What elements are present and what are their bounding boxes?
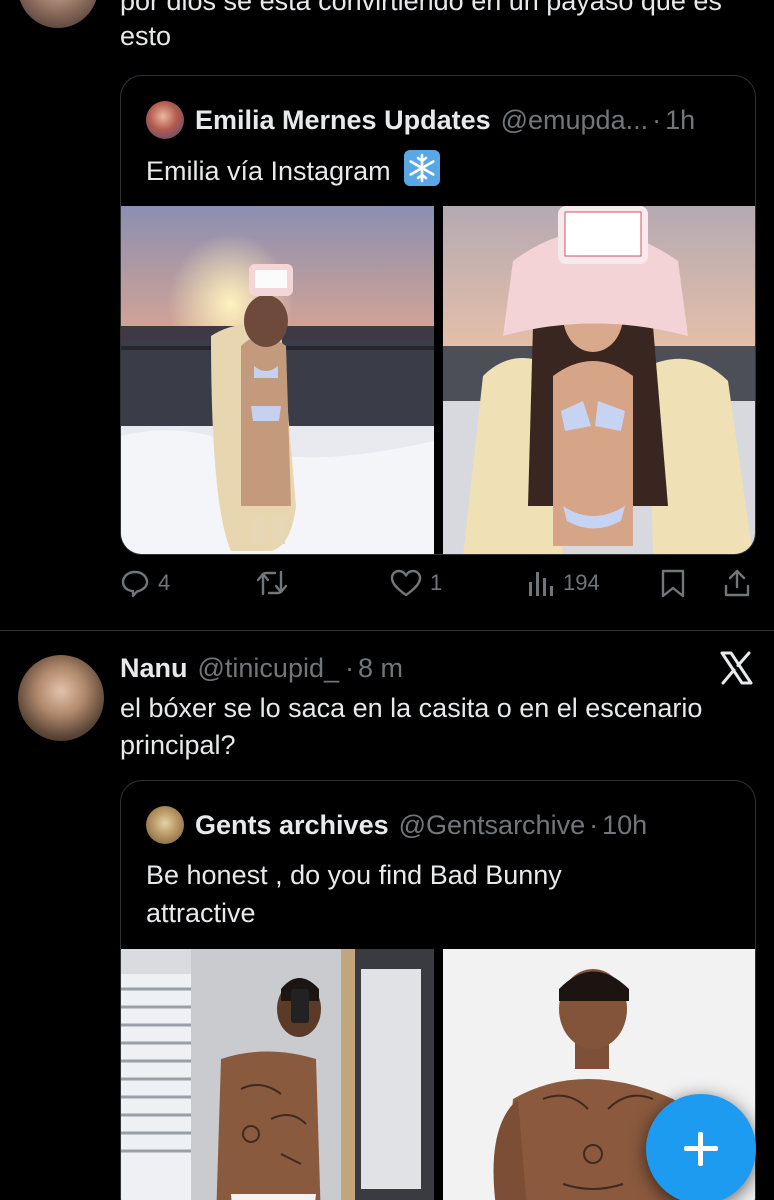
bookmark-button[interactable] bbox=[660, 568, 686, 598]
bookmark-icon bbox=[661, 569, 685, 598]
avatar[interactable] bbox=[18, 655, 104, 741]
views-icon bbox=[529, 572, 553, 596]
tweet-image[interactable] bbox=[121, 206, 434, 554]
tweet-text: el bóxer se lo saca en la casita o en el… bbox=[120, 693, 703, 760]
quote-timestamp: 10h bbox=[602, 809, 648, 840]
like-icon bbox=[390, 569, 422, 597]
views-count: 194 bbox=[563, 570, 600, 595]
quote-text: Be honest , do you find Bad Bunny attrac… bbox=[146, 860, 562, 928]
like-count: 1 bbox=[430, 570, 443, 595]
author-handle[interactable]: @tinicupid_ bbox=[198, 653, 340, 684]
avatar[interactable] bbox=[18, 0, 98, 28]
retweet-icon bbox=[256, 570, 288, 596]
reply-button[interactable]: 4 bbox=[120, 568, 170, 598]
like-button[interactable]: 1 bbox=[390, 568, 442, 598]
quote-avatar bbox=[146, 101, 184, 139]
quote-author-name: Gents archives bbox=[195, 809, 389, 840]
compose-button[interactable] bbox=[646, 1094, 756, 1200]
tweet-text: por dios se está convirtiendo en un paya… bbox=[120, 0, 722, 51]
quote-text-row: Emilia vía Instagram bbox=[146, 150, 441, 196]
quote-avatar bbox=[146, 806, 184, 844]
views-button[interactable]: 194 bbox=[525, 568, 600, 598]
timestamp[interactable]: 8 m bbox=[358, 653, 403, 684]
separator-dot: · bbox=[589, 809, 599, 840]
reply-icon bbox=[121, 570, 149, 598]
separator-dot: · bbox=[345, 652, 354, 683]
tweet-image[interactable] bbox=[121, 949, 434, 1200]
quote-author-name: Emilia Mernes Updates bbox=[195, 104, 491, 135]
tweet-image[interactable] bbox=[443, 206, 755, 554]
tweet-actions: 4 1 194 bbox=[120, 568, 760, 608]
separator-dot: · bbox=[652, 104, 662, 135]
author-name[interactable]: Nanu bbox=[120, 653, 188, 684]
quote-timestamp: 1h bbox=[665, 104, 696, 135]
quote-author-handle: @emupda... bbox=[500, 104, 649, 135]
quote-author-handle: @Gentsarchive bbox=[398, 809, 586, 840]
snowflake-icon bbox=[404, 150, 441, 196]
quoted-tweet[interactable]: Emilia Mernes Updates @emupda... · 1h Em… bbox=[120, 75, 756, 555]
x-logo-icon bbox=[718, 650, 754, 686]
share-icon bbox=[724, 569, 750, 597]
divider bbox=[0, 630, 774, 631]
reply-count: 4 bbox=[158, 570, 171, 595]
retweet-button[interactable] bbox=[255, 568, 289, 598]
quote-text: Emilia vía Instagram bbox=[146, 156, 391, 186]
share-button[interactable] bbox=[722, 568, 752, 598]
